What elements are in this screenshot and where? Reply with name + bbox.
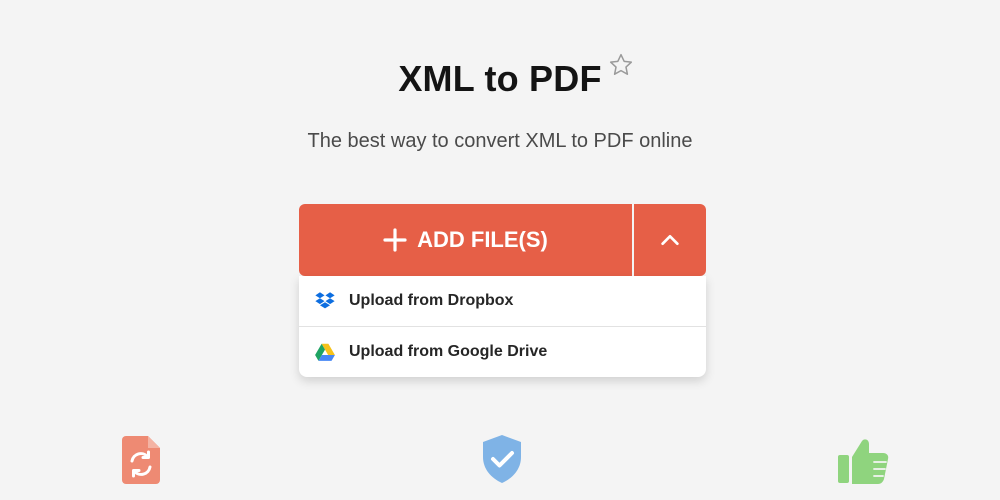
page-title-text: XML to PDF (398, 58, 602, 99)
title-area: XML to PDF (0, 53, 1000, 100)
google-drive-icon (315, 343, 335, 361)
add-files-label: ADD FILE(S) (417, 227, 548, 252)
google-drive-option-label: Upload from Google Drive (349, 343, 548, 360)
file-convert-icon (122, 436, 160, 484)
dropbox-option-label: Upload from Dropbox (349, 292, 514, 309)
upload-from-google-drive[interactable]: Upload from Google Drive (299, 326, 706, 377)
page-subtitle: The best way to convert XML to PDF onlin… (307, 130, 693, 152)
chevron-up-icon (661, 234, 679, 246)
dropbox-icon (315, 292, 335, 309)
converter-page: XML to PDF The best way to convert XML t… (0, 0, 1000, 500)
plus-icon (383, 228, 407, 252)
thumbs-up-icon (838, 439, 889, 484)
page-title: XML to PDF (398, 53, 632, 100)
add-files-button[interactable]: ADD FILE(S) (299, 204, 632, 276)
upload-from-dropbox[interactable]: Upload from Dropbox (299, 276, 706, 326)
upload-options-toggle[interactable] (634, 204, 706, 276)
star-outline-icon[interactable] (608, 52, 634, 78)
add-files-button-group: ADD FILE(S) (299, 204, 706, 276)
upload-options-menu: Upload from Dropbox Upload from Google D… (299, 276, 706, 377)
shield-check-icon (483, 435, 521, 483)
